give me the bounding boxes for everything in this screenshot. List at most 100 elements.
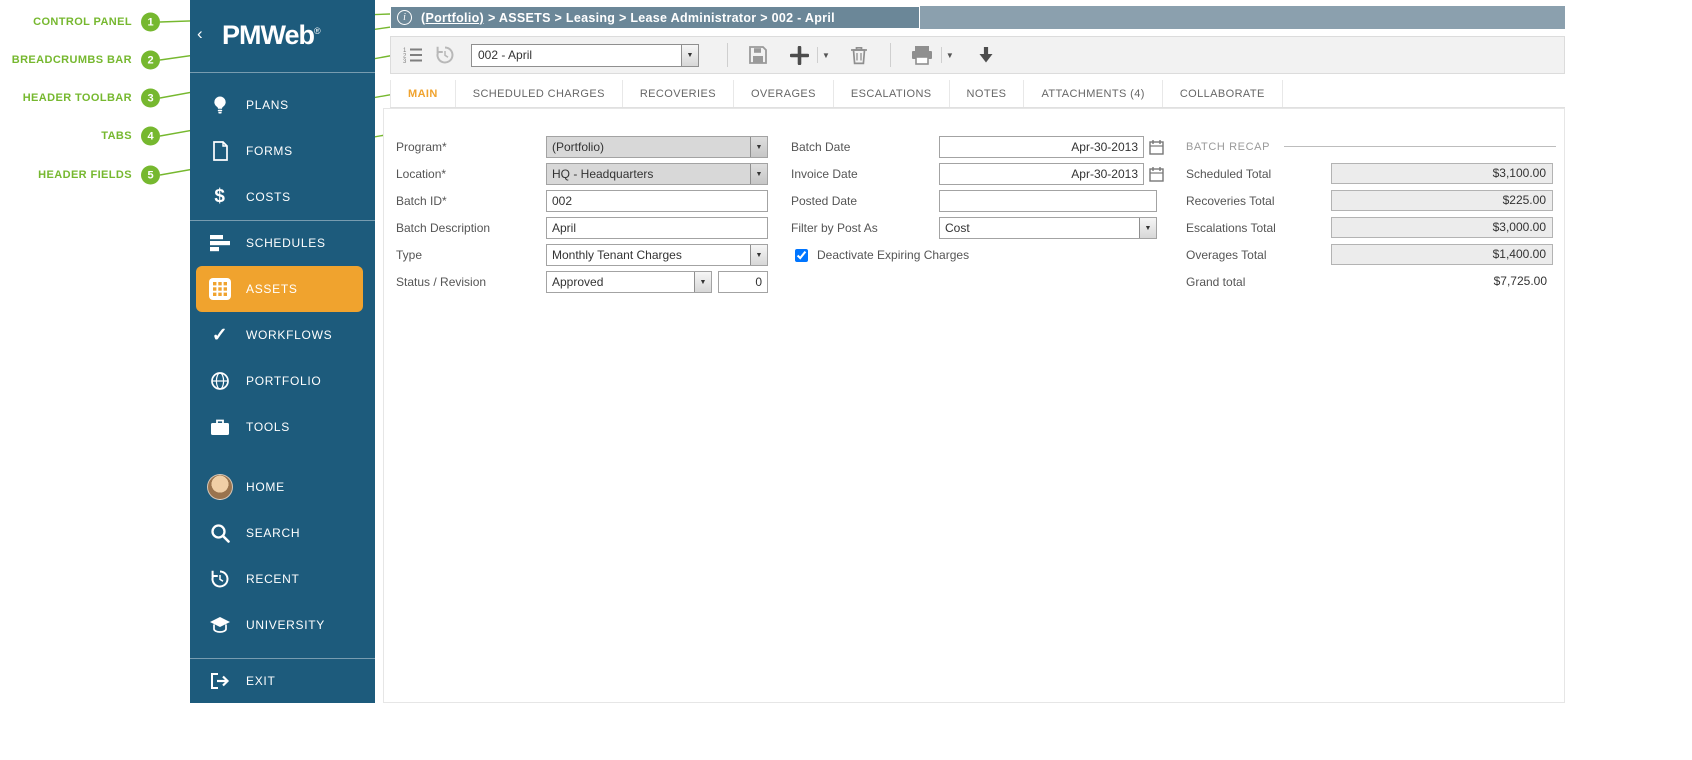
location-label: Location* [396, 167, 447, 181]
annotation-badge-2: 2 [141, 50, 160, 70]
sidebar-item-label: UNIVERSITY [246, 618, 326, 632]
chevron-down-icon[interactable]: ▼ [750, 137, 767, 157]
sidebar-item-label: TOOLS [246, 420, 290, 434]
graduation-cap-icon [207, 616, 233, 634]
toolbar-separator [817, 47, 818, 63]
check-icon: ✓ [211, 324, 229, 346]
sidebar-item-label: RECENT [246, 572, 300, 586]
toolbar-separator [727, 43, 728, 67]
batch-recap-rule [1284, 146, 1556, 147]
add-record-icon[interactable] [790, 45, 809, 65]
info-icon[interactable]: i [397, 10, 412, 25]
sidebar-item-label: FORMS [246, 144, 293, 158]
chevron-down-icon[interactable]: ▼ [681, 44, 698, 66]
breadcrumb-portfolio-link[interactable]: (Portfolio) [421, 11, 484, 25]
sidebar-item-label: SCHEDULES [246, 236, 326, 250]
history-icon [207, 569, 233, 589]
tab-notes[interactable]: NOTES [950, 80, 1025, 107]
sidebar-item-assets[interactable]: ASSETS [196, 266, 363, 312]
sidebar-item-plans[interactable]: PLANS [190, 82, 375, 128]
sidebar-item-schedules[interactable]: SCHEDULES [190, 220, 375, 266]
chevron-down-icon[interactable]: ▼ [750, 164, 767, 184]
sidebar-item-label: WORKFLOWS [246, 328, 333, 342]
collapse-sidebar-icon[interactable]: ‹ [197, 24, 203, 44]
sidebar-item-portfolio[interactable]: PORTFOLIO [190, 358, 375, 404]
tab-scheduled-charges[interactable]: SCHEDULED CHARGES [456, 80, 623, 107]
assets-grid-icon [207, 278, 233, 300]
tab-attachments[interactable]: ATTACHMENTS (4) [1024, 80, 1163, 107]
annotation-label-control-panel: CONTROL PANEL [33, 16, 132, 28]
tab-recoveries[interactable]: RECOVERIES [623, 80, 734, 107]
sidebar-item-label: ASSETS [246, 282, 298, 296]
status-value: Approved [552, 275, 604, 289]
logo-registered-mark: ® [314, 26, 321, 36]
briefcase-icon [207, 418, 233, 436]
toolbar-separator [940, 47, 942, 63]
sidebar-item-tools[interactable]: TOOLS [190, 404, 375, 450]
chevron-down-icon[interactable]: ▼ [694, 272, 711, 292]
tab-escalations[interactable]: ESCALATIONS [834, 80, 950, 107]
annotation-badge-3: 3 [141, 88, 160, 108]
sidebar-item-university[interactable]: UNIVERSITY [190, 602, 375, 648]
invoice-date-field[interactable] [939, 163, 1144, 185]
record-selector-value: 002 - April [478, 48, 533, 62]
chevron-down-icon[interactable]: ▼ [750, 245, 767, 265]
numbered-list-icon[interactable]: 123 [403, 46, 423, 64]
escalations-total-label: Escalations Total [1186, 221, 1276, 235]
recoveries-total-label: Recoveries Total [1186, 194, 1275, 208]
tab-main[interactable]: MAIN [390, 80, 456, 107]
sidebar-item-label: COSTS [246, 190, 291, 204]
scheduled-total-value: $3,100.00 [1331, 163, 1553, 184]
location-select[interactable]: HQ - Headquarters ▼ [546, 163, 768, 185]
deactivate-expiring-charges-checkbox[interactable] [795, 248, 808, 262]
exit-icon [207, 672, 233, 690]
grand-total-value: $7,725.00 [1493, 274, 1547, 288]
annotation-label-header-toolbar: HEADER TOOLBAR [22, 92, 132, 104]
annotation-label-header-fields: HEADER FIELDS [38, 169, 132, 181]
posted-date-field[interactable] [939, 190, 1157, 212]
sidebar-item-recent[interactable]: RECENT [190, 556, 375, 602]
posted-date-label: Posted Date [791, 194, 858, 208]
print-icon[interactable] [911, 45, 933, 65]
filter-by-post-as-label: Filter by Post As [791, 221, 878, 235]
dollar-icon: $ [214, 186, 226, 207]
save-icon[interactable] [748, 45, 768, 65]
sidebar-item-home[interactable]: HOME [190, 464, 375, 510]
type-select[interactable]: Monthly Tenant Charges ▼ [546, 244, 768, 266]
sidebar-item-label: EXIT [246, 674, 276, 688]
tab-collaborate[interactable]: COLLABORATE [1163, 80, 1283, 107]
sidebar-item-search[interactable]: SEARCH [190, 510, 375, 556]
search-icon [207, 523, 233, 543]
annotation-label-tabs: TABS [101, 130, 132, 142]
batch-date-field[interactable] [939, 136, 1144, 158]
deactivate-expiring-charges-label: Deactivate Expiring Charges [817, 248, 970, 262]
scheduled-total-label: Scheduled Total [1186, 167, 1272, 181]
annotation-badge-1: 1 [141, 12, 160, 32]
sidebar-group-exit: EXIT [190, 659, 375, 703]
record-selector[interactable]: 002 - April ▼ [471, 43, 699, 67]
sidebar-item-label: HOME [246, 480, 285, 494]
sidebar-item-exit[interactable]: EXIT [190, 659, 375, 703]
sidebar-item-workflows[interactable]: ✓ WORKFLOWS [190, 312, 375, 358]
add-options-chevron-icon[interactable]: ▼ [822, 51, 830, 60]
revision-field[interactable] [718, 271, 768, 293]
history-icon[interactable] [435, 45, 455, 65]
sidebar-group-footer: HOME SEARCH RECENT UNIVERSITY [190, 464, 375, 648]
batch-description-field[interactable] [546, 217, 768, 239]
filter-by-post-as-select[interactable]: Cost ▼ [939, 217, 1157, 239]
sidebar-item-costs[interactable]: $ COSTS [190, 174, 375, 220]
status-select[interactable]: Approved ▼ [546, 271, 712, 293]
chevron-down-icon[interactable]: ▼ [1139, 218, 1156, 238]
sidebar-item-label: SEARCH [246, 526, 301, 540]
calendar-icon[interactable] [1149, 166, 1164, 182]
download-icon[interactable] [976, 45, 996, 65]
svg-text:3: 3 [403, 59, 407, 64]
delete-icon[interactable] [850, 45, 868, 65]
batch-id-field[interactable] [546, 190, 768, 212]
tab-overages[interactable]: OVERAGES [734, 80, 834, 107]
calendar-icon[interactable] [1149, 139, 1164, 155]
print-options-chevron-icon[interactable]: ▼ [946, 51, 954, 60]
program-select[interactable]: (Portfolio) ▼ [546, 136, 768, 158]
document-icon [207, 141, 233, 161]
sidebar-item-forms[interactable]: FORMS [190, 128, 375, 174]
